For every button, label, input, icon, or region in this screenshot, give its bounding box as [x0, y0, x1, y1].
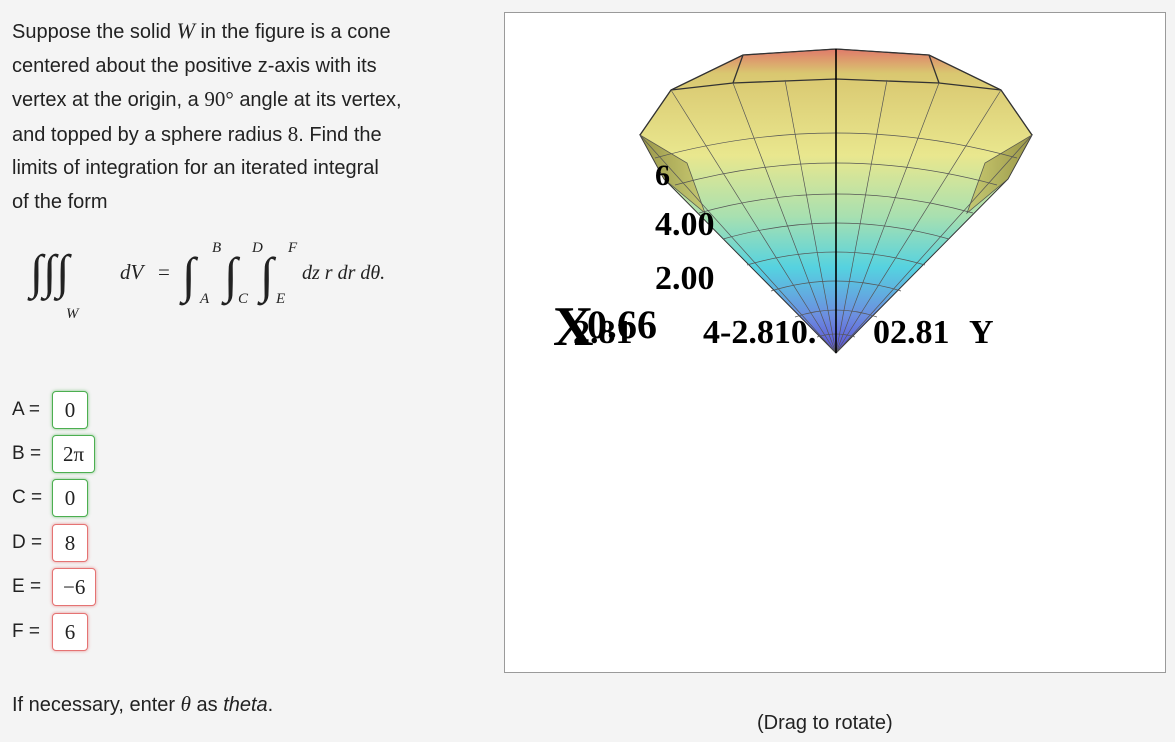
- integral-formula: ∫∫∫ W dV = ∫ B A ∫ D C ∫ F E dz r dr dθ.: [27, 222, 450, 322]
- answer-row-F: F = 6: [12, 612, 88, 652]
- z-tick-2: 2.00: [655, 260, 715, 297]
- equals-sign: =: [158, 260, 170, 284]
- answer-row-D: D = 8: [12, 523, 88, 563]
- problem-line-2: centered about the positive z-axis with …: [12, 54, 377, 77]
- answer-label: C =: [12, 487, 43, 508]
- y-axis-label: Y: [969, 314, 994, 351]
- problem-text: in the figure is a cone: [200, 21, 391, 43]
- theta-word: theta: [223, 694, 268, 716]
- problem-text: Suppose the solid: [12, 21, 172, 43]
- lhs-differential: dV: [120, 260, 146, 284]
- answer-input-D[interactable]: 8: [52, 524, 88, 562]
- angle-value: 90°: [204, 87, 234, 112]
- cone-figure[interactable]: 6 4.00 2.00 X 2.81 0.66 4-2.810. 02.81 Y: [505, 13, 1166, 673]
- problem-text: angle at its vertex,: [239, 89, 402, 112]
- limit-A: A: [199, 291, 210, 307]
- 3d-viewer[interactable]: 6 4.00 2.00 X 2.81 0.66 4-2.810. 02.81 Y: [504, 12, 1166, 673]
- problem-line-3: vertex at the origin, a 90° angle at its…: [12, 83, 462, 118]
- answer-label: F =: [12, 621, 40, 642]
- integral-svg: ∫∫∫ W dV = ∫ B A ∫ D C ∫ F E dz r dr dθ.: [27, 240, 385, 322]
- note-text: If necessary, enter: [12, 694, 176, 716]
- solid-variable: W: [176, 18, 195, 43]
- z-tick-4: 4.00: [655, 206, 715, 243]
- drag-to-rotate-hint: (Drag to rotate): [757, 712, 893, 734]
- problem-line-6: of the form: [12, 190, 108, 213]
- answer-input-A[interactable]: 0: [52, 391, 88, 429]
- radius-value: 8: [287, 121, 299, 146]
- limit-E: E: [275, 291, 285, 307]
- problem-text: and topped by a sphere radius: [12, 123, 283, 146]
- answer-label: D =: [12, 532, 43, 553]
- problem-line-1: Suppose the solid W in the figure is a c…: [12, 14, 462, 50]
- theta-symbol: θ: [180, 692, 191, 716]
- y-tick-right: 02.81: [873, 314, 950, 351]
- problem-statement: Suppose the solid W in the figure is a c…: [12, 14, 462, 220]
- answer-input-F[interactable]: 6: [52, 613, 88, 651]
- problem-line-5: limits of integration for an iterated in…: [12, 157, 379, 180]
- answer-row-C: C = 0: [12, 478, 88, 518]
- answer-input-B[interactable]: 2π: [52, 435, 96, 473]
- problem-line-4: and topped by a sphere radius 8. Find th…: [12, 118, 462, 153]
- answer-label: B =: [12, 443, 42, 464]
- integrand: dz r dr dθ.: [302, 262, 385, 284]
- y-tick-labels: 4-2.810.: [703, 314, 816, 351]
- z-tick-6: 6: [655, 159, 670, 192]
- note-text: as: [196, 694, 218, 716]
- problem-text: vertex at the origin, a: [12, 89, 199, 112]
- answer-row-B: B = 2π: [12, 434, 96, 474]
- integral-sign-outer: ∫: [179, 247, 199, 306]
- integral-region-label: W: [66, 306, 80, 322]
- x-tick-overlap-2: 0.66: [587, 302, 657, 347]
- answer-label: A =: [12, 399, 40, 420]
- note-text: .: [267, 694, 274, 716]
- answer-input-C[interactable]: 0: [52, 479, 88, 517]
- answer-row-A: A = 0: [12, 390, 88, 430]
- limit-B: B: [212, 240, 221, 256]
- answer-label: E =: [12, 576, 42, 597]
- limit-F: F: [287, 240, 298, 256]
- integral-sign-inner: ∫: [257, 247, 277, 306]
- triple-integral-sign: ∫∫∫: [27, 246, 72, 301]
- problem-text: . Find the: [298, 123, 382, 146]
- answer-input-E[interactable]: −6: [52, 568, 97, 606]
- limit-C: C: [238, 291, 249, 307]
- hint-note: If necessary, enter θ as theta.: [12, 692, 273, 717]
- answer-row-E: E = −6: [12, 567, 97, 607]
